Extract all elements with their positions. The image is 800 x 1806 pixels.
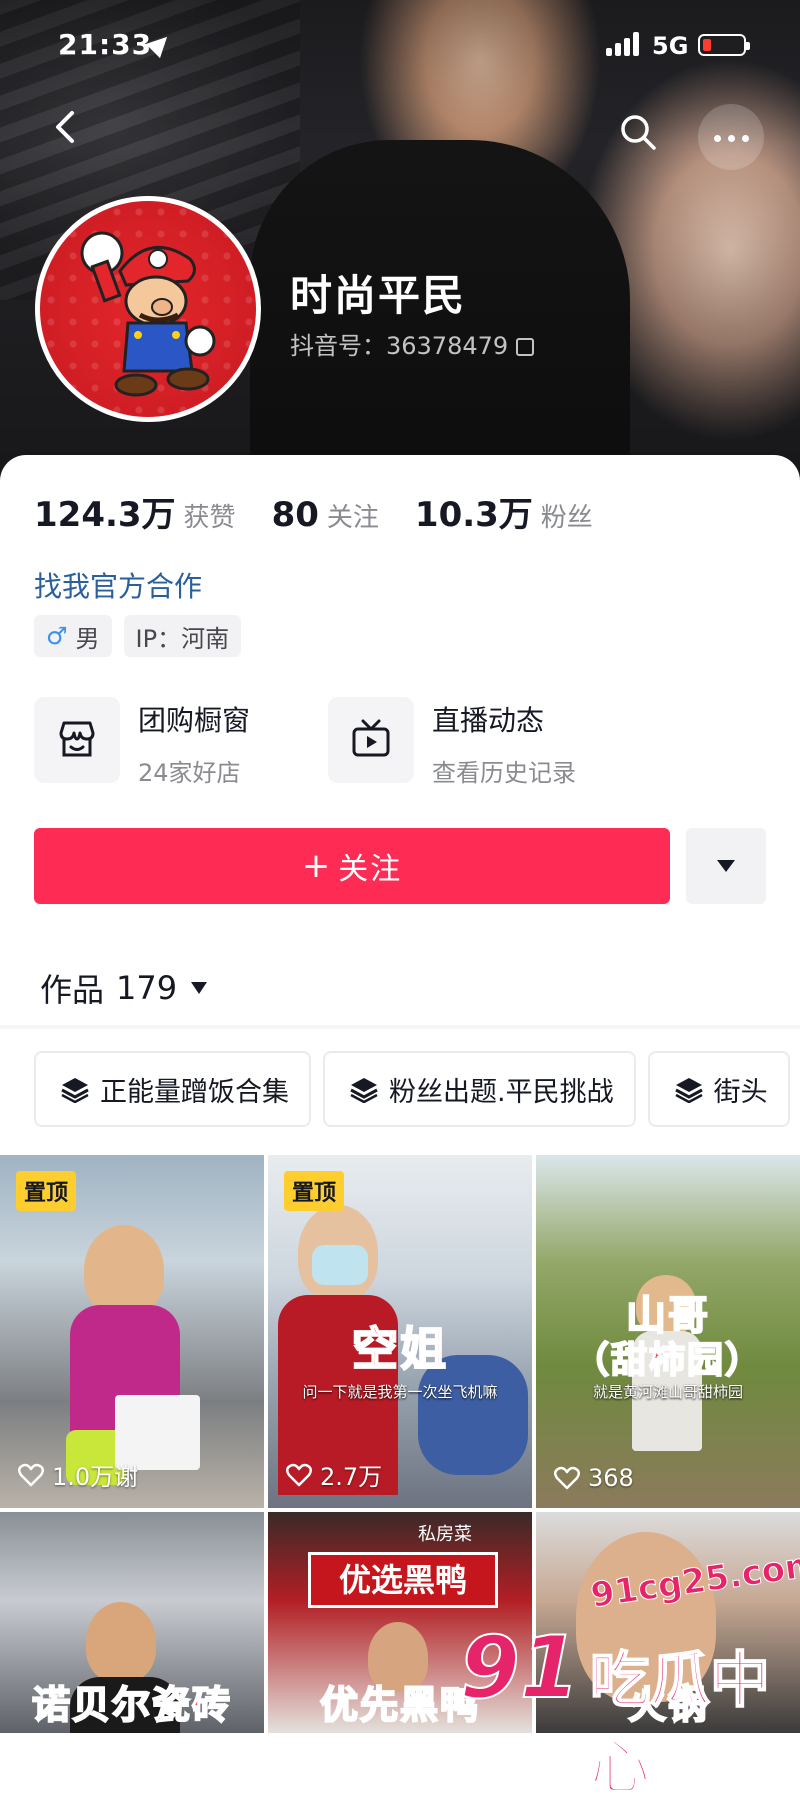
watermark-text: 吃瓜中心 xyxy=(589,1645,771,1804)
video-overlay-subtitle: 就是黄河滩山哥甜柿园 xyxy=(592,1383,743,1401)
profile-stats: 124.3万 获赞 80 关注 10.3万 粉丝 xyxy=(34,487,629,537)
collection-chip[interactable]: 街头 xyxy=(647,1051,790,1127)
status-bar: 21:33 5G xyxy=(0,0,800,90)
more-options-button[interactable] xyxy=(698,104,764,170)
stat-likes[interactable]: 124.3万 获赞 xyxy=(34,487,236,536)
ip-location-tag: IP：河南 xyxy=(123,615,242,657)
collection-chip-label: 正能量蹭饭合集 xyxy=(100,1076,289,1108)
follow-button-label: 关注 xyxy=(338,852,403,887)
profile-nickname: 时尚平民 xyxy=(290,271,467,320)
video-likes-count: 2.7万 xyxy=(320,1463,383,1491)
video-likes: 1.0万谢 xyxy=(18,1457,138,1492)
works-tab-label: 作品 xyxy=(40,971,105,1009)
mario-avatar-icon xyxy=(80,231,216,397)
profile-tags: ♂ 男 IP：河南 xyxy=(34,615,253,657)
avatar[interactable] xyxy=(35,196,261,422)
video-thumbnail[interactable]: 诺贝尔瓷砖 xyxy=(0,1512,264,1733)
follow-dropdown-button[interactable] xyxy=(686,828,766,904)
group-buy-title: 团购橱窗 xyxy=(138,704,251,737)
video-thumbnail[interactable]: 置顶 空姐 问一下就是我第一次坐飞机嘛 2.7万 xyxy=(268,1155,532,1508)
video-likes: 2.7万 xyxy=(286,1457,382,1492)
group-buy-window-entry[interactable]: 团购橱窗 24家好店 xyxy=(34,697,250,787)
works-count: 179 xyxy=(116,969,178,1007)
video-likes-count: 368 xyxy=(588,1464,634,1492)
live-history-entry[interactable]: 直播动态 查看历史记录 xyxy=(328,697,576,787)
stat-following-label: 关注 xyxy=(326,503,379,533)
site-watermark: 91cg25.com 91 吃瓜中心 xyxy=(459,1544,800,1804)
stat-followers[interactable]: 10.3万 粉丝 xyxy=(415,487,593,536)
thumbnail-mask xyxy=(312,1245,368,1285)
gender-tag-label: 男 xyxy=(75,624,100,653)
layers-icon xyxy=(674,1078,703,1103)
video-overlay-subtitle: 问一下就是我第一次坐飞机嘛 xyxy=(302,1383,498,1401)
back-button[interactable] xyxy=(44,105,88,149)
thumbnail-person xyxy=(86,1602,156,1682)
heart-outline-icon xyxy=(554,1466,580,1490)
collection-chip[interactable]: 粉丝出题.平民挑战 xyxy=(323,1051,636,1127)
collections-row: 正能量蹭饭合集 粉丝出题.平民挑战 街头 xyxy=(34,1051,800,1131)
live-subtitle: 查看历史记录 xyxy=(432,759,576,787)
network-type: 5G xyxy=(652,32,689,60)
heart-outline-icon xyxy=(286,1463,312,1486)
search-icon xyxy=(621,115,656,150)
video-overlay-title: 诺贝尔瓷砖 xyxy=(31,1682,232,1728)
watermark-logo: 91 xyxy=(459,1617,581,1719)
stat-followers-label: 粉丝 xyxy=(540,503,593,533)
follow-button[interactable]: + 关注 xyxy=(34,828,670,904)
copy-icon[interactable] xyxy=(516,338,535,356)
douyin-id-text: 抖音号：36378479 xyxy=(290,332,509,360)
video-likes-count: 1.0万谢 xyxy=(52,1463,139,1491)
layers-icon xyxy=(350,1078,378,1103)
video-thumbnail[interactable]: 置顶 1.0万谢 xyxy=(0,1155,264,1508)
caret-down-icon xyxy=(717,860,735,872)
caret-down-icon xyxy=(191,982,208,994)
stat-following[interactable]: 80 关注 xyxy=(272,495,379,535)
video-overlay-title: 空姐 xyxy=(351,1321,448,1377)
stat-likes-number: 124.3万 xyxy=(34,495,176,535)
video-overlay-title-2: （甜柿园） xyxy=(572,1339,763,1382)
gender-tag: ♂ 男 xyxy=(34,615,112,657)
section-divider xyxy=(0,1025,800,1029)
plus-icon: + xyxy=(301,846,333,886)
live-tv-icon xyxy=(328,697,414,783)
live-title: 直播动态 xyxy=(432,704,545,737)
signal-bars-icon xyxy=(606,32,642,56)
stat-likes-label: 获赞 xyxy=(183,503,236,533)
status-time: 21:33 xyxy=(58,28,153,61)
pinned-badge: 置顶 xyxy=(16,1171,77,1211)
battery-icon xyxy=(698,34,750,56)
collection-chip-label: 街头 xyxy=(713,1076,768,1108)
chevron-left-icon xyxy=(56,111,74,143)
official-cooperation-link[interactable]: 找我官方合作 xyxy=(34,565,202,605)
stat-followers-number: 10.3万 xyxy=(414,495,533,535)
works-tab[interactable]: 作品 179 xyxy=(40,965,208,1011)
stat-following-number: 80 xyxy=(271,495,319,535)
collection-chip-label: 粉丝出题.平民挑战 xyxy=(389,1076,614,1108)
pinned-badge: 置顶 xyxy=(284,1171,345,1211)
heart-outline-icon xyxy=(18,1463,44,1486)
layers-icon xyxy=(61,1078,89,1103)
thumbnail-person xyxy=(84,1225,164,1315)
profile-card: 124.3万 获赞 80 关注 10.3万 粉丝 找我官方合作 ♂ 男 IP：河… xyxy=(0,455,800,1733)
shop-sign-subtitle: 私房菜 xyxy=(418,1524,472,1545)
video-thumbnail[interactable]: 山哥 （甜柿园） 就是黄河滩山哥甜柿园 368 xyxy=(536,1155,800,1508)
collection-chip[interactable]: 正能量蹭饭合集 xyxy=(34,1051,311,1127)
group-buy-subtitle: 24家好店 xyxy=(138,759,241,787)
douyin-id[interactable]: 抖音号：36378479 xyxy=(290,326,535,361)
search-button[interactable] xyxy=(616,110,660,154)
video-likes: 368 xyxy=(554,1464,634,1492)
male-icon: ♂ xyxy=(46,622,68,650)
storefront-icon xyxy=(34,697,120,783)
